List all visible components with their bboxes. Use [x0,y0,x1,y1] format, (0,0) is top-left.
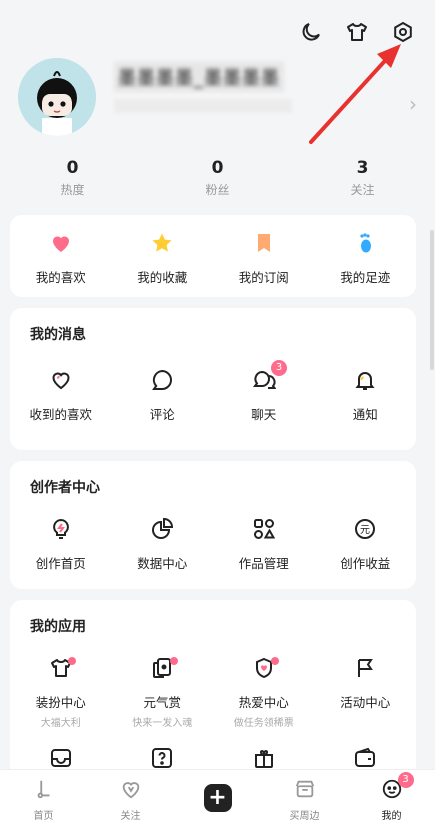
section-title: 我的应用 [30,619,86,635]
section-title: 我的消息 [30,327,86,343]
chat-item[interactable]: 3 聊天 [213,360,315,423]
comment-bubble-icon [150,368,174,396]
my-apps-card: 我的应用 装扮中心 大福大利 元气赏 快来一发入魂 热爱中心 做任务领稀票 活动… [10,600,416,790]
my-likes-item[interactable]: 我的喜欢 [10,231,112,286]
item-label: 创作收益 [340,556,391,571]
tab-home[interactable]: 首页 [0,770,87,837]
username: 墨墨墨墨_墨墨墨墨 [114,62,284,92]
stat-value: 0 [66,158,79,178]
plus-icon: + [203,784,232,812]
my-footprints-item[interactable]: 我的足迹 [315,231,417,286]
stat-label: 热度 [60,183,85,197]
star-icon [150,231,174,259]
chat-badge: 3 [271,360,287,376]
item-sublabel: 大福大利 [40,718,81,729]
item-label: 我的收藏 [137,270,188,285]
data-center-item[interactable]: 数据中心 [112,517,214,572]
tab-label: 我的 [381,811,402,822]
item-label: 数据中心 [137,556,188,571]
notifications-item[interactable]: 通知 [315,368,417,423]
pie-chart-icon [150,517,174,545]
my-favorites-item[interactable]: 我的收藏 [112,231,214,286]
notification-dot [169,657,178,665]
profile-header[interactable]: 墨墨墨墨_墨墨墨墨 › [18,58,417,148]
bell-icon [353,368,377,396]
yuan-coin-icon: 元 [353,517,377,545]
stat-value: 3 [356,158,369,178]
item-label: 热爱中心 [238,695,289,710]
shapes-grid-icon [252,517,276,545]
creator-home-item[interactable]: 创作首页 [10,517,112,572]
item-label: 通知 [352,407,378,422]
tab-following[interactable]: 关注 [87,770,174,837]
store-icon [294,780,316,804]
svg-text:元: 元 [360,525,370,536]
item-label: 我的订阅 [238,270,289,285]
item-label: 聊天 [251,407,277,422]
notification-dot [271,657,279,665]
item-label: 活动中心 [340,695,391,710]
quick-access-card: 我的喜欢 我的收藏 我的订阅 我的足迹 [10,215,416,297]
item-sublabel: 做任务领稀票 [233,718,294,729]
creator-earnings-item[interactable]: 元 创作收益 [315,517,417,572]
stat-fans[interactable]: 0 粉丝 [145,158,290,204]
heart-outline-icon [49,368,73,396]
passion-center-item[interactable]: 热爱中心 做任务领稀票 [213,656,315,729]
home-icon [33,780,55,804]
bookmark-icon [252,231,276,259]
dressup-center-item[interactable]: 装扮中心 大福大利 [10,656,112,729]
stat-following[interactable]: 3 关注 [290,158,435,204]
stats-row: 0 热度 0 粉丝 3 关注 [0,158,435,204]
notification-dot [68,657,76,665]
theme-shirt-icon[interactable] [345,20,369,48]
item-label: 元气赏 [143,695,181,710]
comments-item[interactable]: 评论 [112,368,214,423]
item-label: 作品管理 [238,556,289,571]
tab-create[interactable]: + [174,770,261,837]
top-toolbar [299,20,415,48]
face-icon [381,779,403,804]
night-mode-icon[interactable] [299,20,323,48]
heart-icon [49,231,73,259]
tab-shop[interactable]: 买周边 [261,770,348,837]
item-sublabel: 快来一发入魂 [132,718,193,729]
me-badge: 3 [397,772,414,788]
tab-label: 关注 [120,811,141,822]
item-label: 装扮中心 [35,695,86,710]
item-label: 收到的喜欢 [29,407,92,422]
yuanqi-reward-item[interactable]: 元气赏 快来一发入魂 [112,656,214,729]
heart-v-icon [120,782,142,804]
item-label: 我的足迹 [340,270,391,285]
messages-card: 我的消息 收到的喜欢 评论 3 聊天 通知 [10,308,416,450]
stat-heat[interactable]: 0 热度 [0,158,145,204]
settings-gear-icon[interactable] [391,20,415,48]
user-subtitle [114,99,292,113]
received-likes-item[interactable]: 收到的喜欢 [10,368,112,423]
item-label: 我的喜欢 [35,270,86,285]
section-title: 创作者中心 [30,480,100,496]
lightbulb-icon [49,517,73,545]
item-label: 评论 [149,407,175,422]
tab-label: 买周边 [289,811,320,822]
tab-me[interactable]: 3 我的 [348,770,435,837]
works-management-item[interactable]: 作品管理 [213,517,315,572]
scrollbar[interactable] [430,230,434,370]
tab-label: 首页 [33,811,54,822]
chevron-right-icon[interactable]: › [409,92,417,116]
stat-label: 关注 [350,183,375,197]
avatar[interactable] [18,58,96,136]
creator-center-card: 创作者中心 创作首页 数据中心 作品管理 元 创作收益 [10,461,416,589]
stat-value: 0 [211,158,224,178]
bottom-nav: 首页 关注 + 买周边 3 我的 [0,769,435,837]
my-subscriptions-item[interactable]: 我的订阅 [213,231,315,286]
item-label: 创作首页 [35,556,86,571]
flag-icon [353,656,377,684]
activity-center-item[interactable]: 活动中心 [315,656,417,729]
stat-label: 粉丝 [205,183,230,197]
footprint-icon [353,231,377,259]
